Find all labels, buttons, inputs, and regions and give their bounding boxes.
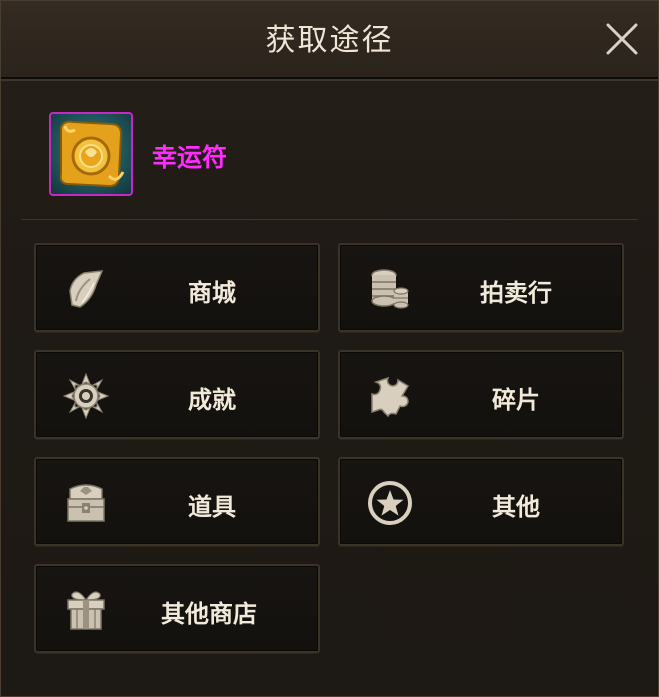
section-divider [21,219,638,220]
source-button-fragment[interactable]: 碎片 [338,350,624,439]
dialog-title: 获取途径 [265,23,394,58]
source-button-mall[interactable]: 商城 [34,243,320,332]
source-button-auction-house[interactable]: 拍卖行 [338,243,624,332]
source-button-achievement[interactable]: 成就 [34,350,320,439]
source-label: 成就 [188,386,236,414]
gift-box-icon [67,591,105,630]
source-label: 道具 [188,493,236,521]
lucky-charm-item-icon [49,112,133,196]
close-button[interactable] [604,21,640,57]
dialog-header: 获取途径 [1,1,658,81]
star-circle-icon [368,481,412,525]
coin-stack-icon [371,269,409,309]
source-button-other-shop[interactable]: 其他商店 [34,564,320,653]
treasure-chest-icon [67,484,105,522]
source-label: 其他 [492,493,540,521]
puzzle-piece-icon [371,376,410,418]
source-button-other[interactable]: 其他 [338,457,624,546]
close-icon [606,23,638,55]
source-button-props[interactable]: 道具 [34,457,320,546]
crystal-shard-icon [69,270,104,308]
medal-emblem-icon [62,372,110,420]
source-label: 碎片 [492,386,540,414]
item-name: 幸运符 [152,143,228,172]
source-label: 商城 [188,279,236,307]
source-label: 其他商店 [161,600,257,628]
acquisition-dialog: 获取途径 幸运符 商城 拍卖行 成就 碎片 道具 其他 其他商店 [0,0,659,697]
source-label: 拍卖行 [480,279,552,307]
